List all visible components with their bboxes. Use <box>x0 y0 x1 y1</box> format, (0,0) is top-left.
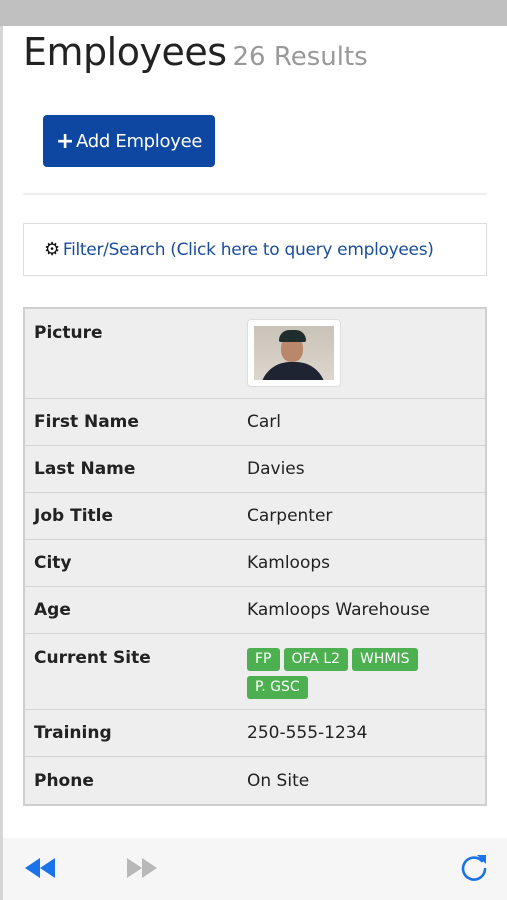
row-value: Davies <box>247 459 305 479</box>
row-label: Last Name <box>34 459 136 479</box>
row-label: Training <box>34 723 112 743</box>
row-label: Phone <box>34 770 94 791</box>
table-row: Job Title Carpenter <box>25 493 485 540</box>
site-tag[interactable]: WHMIS <box>352 648 418 671</box>
add-employee-button[interactable]: + Add Employee <box>43 115 215 167</box>
table-row: Phone On Site <box>25 757 485 804</box>
row-label: Current Site <box>34 648 151 668</box>
rewind-icon[interactable] <box>23 855 61 881</box>
plus-icon: + <box>55 128 74 154</box>
row-label: City <box>34 553 72 573</box>
add-employee-label: Add Employee <box>76 130 203 152</box>
reload-icon[interactable] <box>458 852 490 884</box>
table-row-current-site: Current Site FP OFA L2 WHMIS P. GSC <box>25 634 485 710</box>
row-value: On Site <box>247 770 310 791</box>
row-value: Kamloops <box>247 553 330 573</box>
table-row: Age Kamloops Warehouse <box>25 587 485 634</box>
employee-photo-image <box>254 326 334 380</box>
row-value: Kamloops Warehouse <box>247 600 430 620</box>
site-tags: FP OFA L2 WHMIS P. GSC <box>247 648 447 704</box>
row-label: First Name <box>34 412 139 432</box>
table-row: City Kamloops <box>25 540 485 587</box>
row-value: 250-555-1234 <box>247 723 368 743</box>
browser-toolbar <box>3 838 507 900</box>
main-content: Employees 26 Results + Add Employee ⚙ Fil… <box>3 26 507 838</box>
top-bar <box>0 0 507 26</box>
row-label: Job Title <box>34 506 113 526</box>
site-tag[interactable]: OFA L2 <box>283 648 349 671</box>
employee-table: Picture First Name Carl Last Name Davies… <box>23 307 487 806</box>
table-row: Training 250-555-1234 <box>25 710 485 757</box>
table-row: First Name Carl <box>25 399 485 446</box>
results-count: 26 Results <box>232 42 368 72</box>
page-heading: Employees 26 Results <box>23 30 368 74</box>
row-label: Picture <box>34 323 103 343</box>
table-row-picture: Picture <box>25 309 485 399</box>
filter-search-panel[interactable]: ⚙ Filter/Search (Click here to query emp… <box>23 223 487 276</box>
site-tag[interactable]: FP <box>247 648 280 671</box>
fast-forward-icon[interactable] <box>124 855 162 881</box>
row-label: Age <box>34 600 71 620</box>
page-title: Employees <box>23 30 227 74</box>
row-value: Carl <box>247 412 281 432</box>
site-tag[interactable]: P. GSC <box>247 676 308 699</box>
divider <box>23 193 487 195</box>
row-value: Carpenter <box>247 506 333 526</box>
table-row: Last Name Davies <box>25 446 485 493</box>
filter-search-label: Filter/Search (Click here to query emplo… <box>62 239 434 260</box>
gear-icon: ⚙ <box>44 239 60 260</box>
employee-photo[interactable] <box>247 319 341 387</box>
